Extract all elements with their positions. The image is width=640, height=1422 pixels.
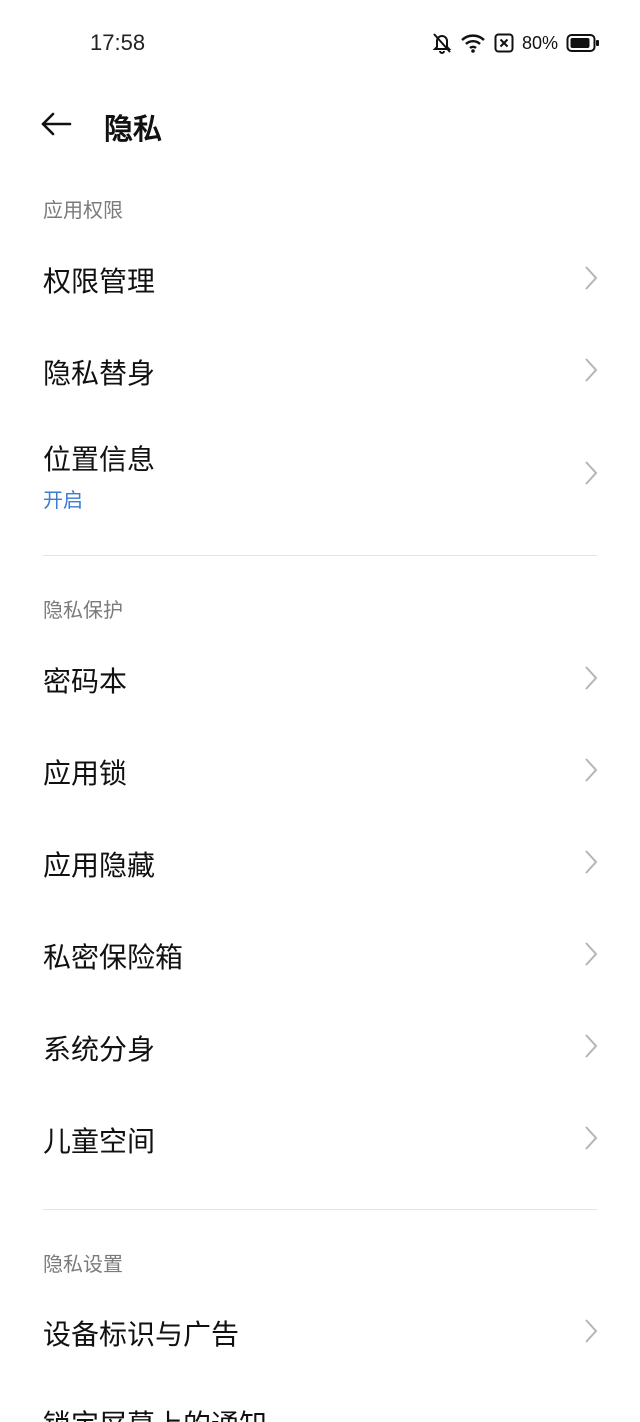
bell-off-icon: [432, 32, 452, 54]
header: 隐私: [0, 96, 640, 156]
chevron-right-icon: [585, 758, 598, 782]
list-item-system-clone[interactable]: 系统分身: [0, 1000, 640, 1092]
item-label: 锁定屏幕上的通知: [43, 1403, 267, 1422]
list-item-lock-screen-notifications[interactable]: 锁定屏幕上的通知: [0, 1377, 640, 1422]
item-label: 应用锁: [43, 757, 128, 790]
section-header-privacy-settings: 隐私设置: [43, 1252, 123, 1276]
list-item-kids-space[interactable]: 儿童空间: [0, 1092, 640, 1184]
list-item-hide-apps[interactable]: 应用隐藏: [0, 816, 640, 908]
chevron-right-icon: [585, 266, 598, 290]
item-label: 设备标识与广告: [43, 1318, 240, 1351]
page-title: 隐私: [104, 112, 163, 146]
item-label: 位置信息: [43, 443, 156, 476]
item-label: 应用隐藏: [43, 849, 156, 882]
list-item-location[interactable]: 位置信息 开启: [0, 416, 640, 532]
chevron-right-icon: [585, 666, 598, 690]
chevron-right-icon: [585, 1034, 598, 1058]
chevron-right-icon: [585, 942, 598, 966]
chevron-right-icon: [585, 850, 598, 874]
item-label: 权限管理: [43, 265, 156, 298]
chevron-right-icon: [585, 1319, 598, 1343]
item-label: 隐私替身: [43, 357, 156, 390]
battery-percent: 80%: [521, 32, 558, 53]
item-status: 开启: [43, 488, 83, 512]
status-icons: 80%: [432, 30, 600, 56]
item-label: 儿童空间: [43, 1125, 156, 1158]
list-item-private-safe[interactable]: 私密保险箱: [0, 908, 640, 1000]
chevron-right-icon: [585, 461, 598, 485]
item-label: 系统分身: [43, 1033, 156, 1066]
status-bar: 17:58 80%: [0, 0, 640, 86]
list-item-app-lock[interactable]: 应用锁: [0, 724, 640, 816]
chevron-right-icon: [585, 1126, 598, 1150]
item-label: 私密保险箱: [43, 941, 184, 974]
section-divider: [43, 1209, 597, 1210]
item-label: 密码本: [43, 665, 128, 698]
section-divider: [43, 555, 597, 556]
list-item-privacy-stand-in[interactable]: 隐私替身: [0, 324, 640, 416]
list-item-device-id-ads[interactable]: 设备标识与广告: [0, 1285, 640, 1377]
list-item-permission-management[interactable]: 权限管理: [0, 232, 640, 324]
wifi-icon: [460, 32, 486, 54]
back-button[interactable]: [34, 104, 78, 148]
status-time: 17:58: [90, 30, 146, 55]
battery-icon: [566, 33, 600, 53]
list-item-password-book[interactable]: 密码本: [0, 632, 640, 724]
arrow-left-icon: [40, 112, 72, 140]
close-box-icon: [494, 33, 514, 53]
section-header-app-permissions: 应用权限: [43, 198, 123, 222]
section-header-privacy-protection: 隐私保护: [43, 598, 123, 622]
chevron-right-icon: [585, 358, 598, 382]
